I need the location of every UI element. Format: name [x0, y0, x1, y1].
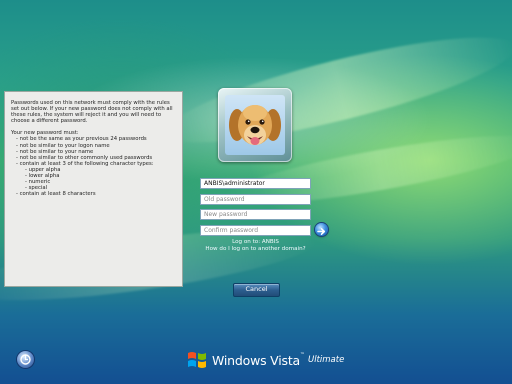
- cancel-button[interactable]: Cancel: [233, 283, 280, 297]
- policy-rule: - not be similar to other commonly used …: [16, 154, 153, 161]
- trademark-symbol: ™: [300, 352, 305, 358]
- ease-of-access-button[interactable]: [17, 351, 34, 368]
- brand-name: Windows Vista: [212, 352, 300, 368]
- ease-of-access-icon: [20, 354, 31, 365]
- policy-intro: Passwords used on this network must comp…: [11, 100, 173, 125]
- other-domain-link[interactable]: How do I log on to another domain?: [200, 246, 311, 252]
- password-policy-panel: Passwords used on this network must comp…: [4, 91, 183, 287]
- submit-arrow-button[interactable]: [315, 223, 328, 236]
- confirm-password-field[interactable]: Confirm password: [200, 225, 311, 236]
- windows-vista-branding: Windows Vista ™ Ultimate: [186, 348, 344, 372]
- logon-domain-label: Log on to: ANBIS: [232, 239, 279, 245]
- arrow-right-icon: [317, 228, 326, 235]
- windows-flag-logo: [188, 352, 206, 368]
- brand-edition: Ultimate: [308, 355, 345, 365]
- user-avatar-dog-icon: [225, 95, 285, 155]
- new-password-field[interactable]: New password: [200, 209, 311, 220]
- user-tile: [218, 88, 292, 162]
- policy-rule: - contain at least 8 characters: [16, 191, 96, 198]
- old-password-field[interactable]: Old password: [200, 194, 311, 205]
- username-field[interactable]: ANBIS\administrator: [200, 178, 311, 189]
